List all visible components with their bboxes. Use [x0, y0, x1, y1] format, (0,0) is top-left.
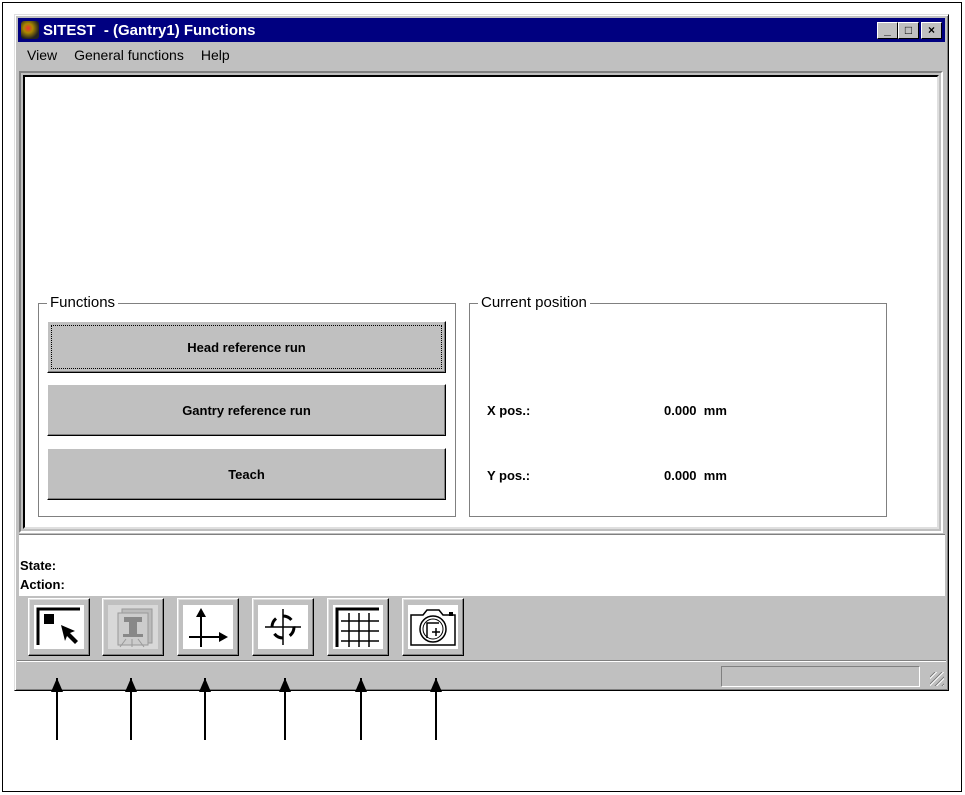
select-tool-button[interactable]	[28, 598, 90, 656]
functions-group-title: Functions	[47, 294, 119, 311]
callout-arrow	[51, 678, 63, 740]
y-pos-value: 0.000 mm	[664, 468, 727, 483]
minimize-button[interactable]: _	[877, 22, 898, 39]
current-position-group: Current position X pos.: 0.000 mm Y pos.…	[469, 294, 887, 517]
state-label: State:	[20, 558, 57, 573]
head-reference-run-button[interactable]: Head reference run	[47, 321, 446, 373]
app-logo-icon	[21, 21, 39, 39]
callout-arrow	[279, 678, 291, 740]
resize-grip[interactable]	[930, 672, 944, 686]
menu-view[interactable]: View	[27, 47, 57, 63]
gantry-reference-run-button[interactable]: Gantry reference run	[47, 384, 446, 436]
callout-arrow	[355, 678, 367, 740]
axes-icon	[189, 608, 228, 647]
status-area: State: Action:	[19, 534, 945, 596]
current-position-title: Current position	[478, 294, 590, 311]
functions-group: Functions Head reference run Gantry refe…	[38, 294, 456, 517]
axes-tool-button[interactable]	[177, 598, 239, 656]
menu-help[interactable]: Help	[201, 47, 230, 63]
x-pos-value: 0.000 mm	[664, 403, 727, 418]
camera-tool-button[interactable]	[402, 598, 464, 656]
callout-arrow	[430, 678, 442, 740]
callout-arrow	[199, 678, 211, 740]
menu-general-functions[interactable]: General functions	[74, 47, 184, 63]
maximize-button[interactable]: □	[898, 22, 919, 39]
head-tool-button[interactable]	[102, 598, 164, 656]
y-pos-label: Y pos.:	[487, 468, 531, 483]
title-bar: SITEST - (Gantry1) Functions _ □ ×	[18, 18, 945, 42]
camera-icon	[410, 609, 456, 646]
window-title: SITEST - (Gantry1) Functions	[43, 21, 256, 39]
crosshair-icon	[265, 609, 301, 645]
close-button[interactable]: ×	[921, 22, 942, 39]
teach-button[interactable]: Teach	[47, 448, 446, 500]
action-label: Action:	[20, 577, 65, 592]
crosshair-tool-button[interactable]	[252, 598, 314, 656]
x-pos-label: X pos.:	[487, 403, 531, 418]
callout-arrow	[125, 678, 137, 740]
grid-tool-button[interactable]	[327, 598, 389, 656]
head-icon	[117, 608, 153, 648]
status-panel	[721, 666, 920, 687]
status-bar	[17, 660, 946, 688]
app-window: SITEST - (Gantry1) Functions _ □ × View …	[14, 14, 949, 691]
select-arrow-icon	[36, 607, 80, 645]
menu-bar: View General functions Help	[27, 47, 230, 63]
grid-icon	[335, 607, 379, 647]
client-area: Functions Head reference run Gantry refe…	[19, 71, 943, 533]
